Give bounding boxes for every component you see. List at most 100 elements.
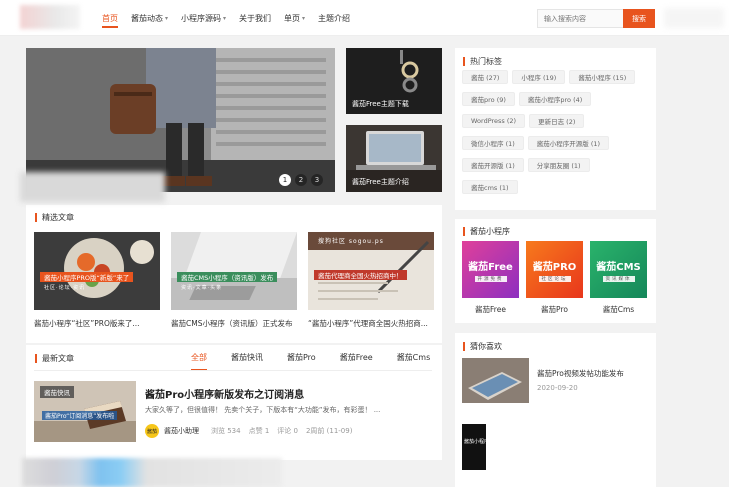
nav-about[interactable]: 关于我们	[239, 0, 271, 36]
featured-banner: 酱茄CMS小程序（资讯版）发布	[177, 272, 278, 282]
hot-tags-title: 热门标签	[463, 56, 502, 67]
tag-item[interactable]: 酱茄小程序开源版 (1)	[527, 136, 610, 150]
app-pro-icon: 酱茄PRO 社区论坛	[526, 241, 583, 298]
featured-item[interactable]: 酱茄代理商全国火热招商中！ 搜狗社区 sogou.ps “酱茄小程序”代理商全国…	[308, 232, 434, 329]
tag-item[interactable]: 更新日志 (2)	[529, 114, 585, 128]
site-logo[interactable]	[20, 5, 80, 29]
nav-label: 酱茄动态	[131, 13, 163, 23]
user-area[interactable]	[664, 8, 724, 28]
featured-banner: 酱茄代理商全国火热招商中！	[314, 270, 407, 280]
app-name: 酱茄CMS	[596, 261, 641, 273]
app-name: 酱茄PRO	[532, 261, 577, 273]
search-input[interactable]	[538, 10, 624, 27]
thumb-caption: 酱茄Free主题介绍	[352, 178, 409, 186]
search-button[interactable]: 搜索	[623, 9, 655, 28]
avatar[interactable]: 酱茄	[145, 424, 159, 438]
app-free-icon: 酱茄Free 开源免费	[462, 241, 519, 298]
tag-item[interactable]: 酱茄cms (1)	[462, 180, 518, 194]
app-label: 酱茄Pro	[541, 305, 568, 314]
chevron-down-icon: ▾	[165, 14, 169, 22]
featured-item[interactable]: 酱茄CMS小程序（资讯版）发布 资讯·文章·头条 酱茄CMS小程序（资讯版）正式…	[171, 232, 297, 329]
app-name: 酱茄Free	[468, 261, 513, 273]
thumb-caption: 酱茄Free主题下载	[352, 100, 409, 108]
featured-item-title: “酱茄小程序”代理商全国火热招商...	[308, 319, 428, 328]
tag-item[interactable]: WordPress (2)	[462, 114, 526, 128]
food-image	[34, 232, 160, 310]
featured-item[interactable]: 酱茄小程序PRO版“新版”来了 社区·论坛·资讯 酱茄小程序“社区”PRO版来了…	[34, 232, 160, 329]
tag-item[interactable]: 酱茄小程序 (15)	[569, 70, 636, 84]
nav-label: 关于我们	[239, 13, 272, 23]
chevron-down-icon: ▾	[302, 14, 306, 22]
featured-image: 酱茄代理商全国火热招商中！ 搜狗社区 sogou.ps	[308, 232, 434, 310]
slider-dot[interactable]: 2	[295, 174, 307, 186]
slider-pagination: 1 2 3	[279, 174, 323, 186]
slider-caption-blur	[20, 172, 165, 202]
tag-item[interactable]: 酱茄开源版 (1)	[462, 158, 524, 172]
featured-item-title: 酱茄CMS小程序（资讯版）正式发布	[171, 319, 293, 328]
post-time: 2周前 (11-09)	[305, 427, 353, 435]
tag-item[interactable]: 酱茄 (27)	[462, 70, 509, 84]
post-views: 浏览 534	[211, 427, 241, 435]
guess-item-title[interactable]: 酱茄Pro视频发帖功能发布	[537, 368, 624, 379]
guess-thumb[interactable]	[462, 358, 529, 403]
search-box: 搜索	[537, 9, 655, 28]
nav-label: 首页	[102, 13, 118, 23]
post-meta: 酱茄 酱茄小助理 浏览 534 点赞 1 评论 0 2周前 (11-09)	[145, 424, 360, 438]
nav-news[interactable]: 酱茄动态 ▾	[131, 0, 168, 36]
nav-label: 小程序源码	[181, 13, 222, 23]
app-label: 酱茄Free	[475, 305, 506, 314]
app-pro[interactable]: 酱茄PRO 社区论坛 酱茄Pro	[526, 241, 583, 315]
featured-banner: 酱茄小程序PRO版“新版”来了	[40, 272, 134, 282]
site-header: 首页 酱茄动态▾ 小程序源码▾ 关于我们 单页▾ 主题介绍 搜索	[0, 0, 729, 36]
app-cms-icon: 酱茄CMS 资讯媒体	[590, 241, 647, 298]
post-thumb-text: 酱茄Pro“订阅消息”发布啦	[42, 411, 118, 420]
post-author[interactable]: 酱茄小助理	[164, 426, 199, 436]
chevron-down-icon: ▾	[223, 14, 227, 22]
slider-dot[interactable]: 3	[311, 174, 323, 186]
slider-dot[interactable]: 1	[279, 174, 291, 186]
post-title[interactable]: 酱茄Pro小程序新版发布之订阅消息	[145, 386, 304, 401]
guess-thumb-2[interactable]: 酱茄小程序	[462, 424, 486, 470]
app-tagline: 资讯媒体	[602, 275, 635, 282]
next-post-blur	[22, 458, 282, 487]
featured-item-title: 酱茄小程序“社区”PRO版来了...	[34, 319, 140, 328]
tag-item[interactable]: 小程序 (19)	[512, 70, 566, 84]
slider-image	[26, 48, 335, 192]
tab-pro[interactable]: 酱茄Pro	[287, 352, 316, 366]
tab-free[interactable]: 酱茄Free	[340, 352, 373, 366]
main-nav: 首页 酱茄动态 ▾ 小程序源码 ▾ 关于我们 单页 ▾ 主题介绍	[102, 0, 363, 36]
post-category-badge[interactable]: 酱茄快讯	[40, 386, 74, 398]
tag-item[interactable]: 分享朋友圈 (1)	[527, 158, 590, 172]
nav-home[interactable]: 首页	[102, 0, 118, 36]
post-excerpt: 大家久等了，但很值得！ 先卖个关子，下版本有“大功能”发布，有彩蛋！ ...	[145, 406, 381, 414]
hero-slider[interactable]: 1 2 3	[26, 48, 335, 192]
side-thumb-intro[interactable]: 酱茄Free主题介绍	[346, 125, 442, 192]
tag-item[interactable]: 酱茄小程序pro (4)	[518, 92, 592, 106]
app-free[interactable]: 酱茄Free 开源免费 酱茄Free	[462, 241, 519, 315]
featured-banner-sub: 社区·论坛·资讯	[44, 285, 86, 291]
nav-theme[interactable]: 主题介绍	[318, 0, 350, 36]
laptop-image	[171, 232, 297, 310]
nav-source[interactable]: 小程序源码 ▾	[181, 0, 226, 36]
featured-image: 酱茄小程序PRO版“新版”来了 社区·论坛·资讯	[34, 232, 160, 310]
mini-programs-title: 酱茄小程序	[463, 226, 510, 237]
tag-item[interactable]: 酱茄pro (9)	[462, 92, 515, 106]
tab-news[interactable]: 酱茄快讯	[231, 352, 263, 366]
side-thumb-download[interactable]: 酱茄Free主题下载	[346, 48, 442, 114]
nav-pages[interactable]: 单页 ▾	[284, 0, 305, 36]
featured-banner-sub: 搜狗社区 sogou.ps	[318, 238, 384, 245]
post-likes: 点赞 1	[248, 427, 270, 435]
featured-title: 精选文章	[35, 212, 74, 223]
post-thumbnail[interactable]: 酱茄快讯 酱茄Pro“订阅消息”发布啦	[34, 381, 136, 442]
nav-label: 主题介绍	[318, 13, 351, 23]
app-cms[interactable]: 酱茄CMS 资讯媒体 酱茄Cms	[590, 241, 647, 315]
guess-image	[462, 358, 529, 403]
tag-item[interactable]: 微信小程序 (1)	[462, 136, 524, 150]
guess-title: 猜你喜欢	[463, 341, 502, 352]
latest-tabs: 全部 酱茄快讯 酱茄Pro 酱茄Free 酱茄Cms	[191, 352, 454, 371]
nav-label: 单页	[284, 13, 301, 23]
tabs-divider	[34, 370, 432, 371]
tab-cms[interactable]: 酱茄Cms	[397, 352, 431, 366]
tab-all[interactable]: 全部	[191, 352, 207, 371]
app-tagline: 开源免费	[474, 275, 507, 282]
